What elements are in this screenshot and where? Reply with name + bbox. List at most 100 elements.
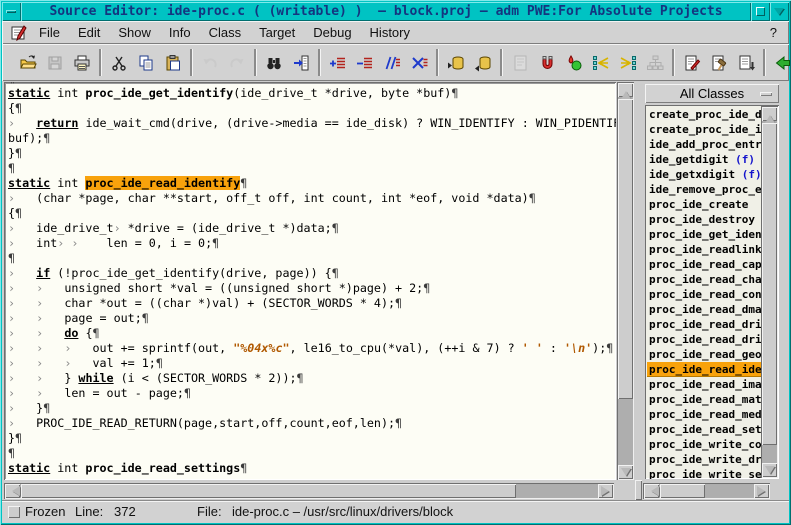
class-list[interactable]: create_proc_ide_dcreate_proc_ide_iide_ad…: [645, 105, 779, 479]
class-list-item[interactable]: proc_ide_readlink: [647, 242, 761, 257]
class-list-item[interactable]: proc_ide_read_set: [647, 422, 761, 437]
uncomment-button[interactable]: [406, 49, 431, 76]
edit-source-button[interactable]: [679, 49, 704, 76]
class-list-item[interactable]: proc_ide_read_cha: [647, 272, 761, 287]
class-list-item[interactable]: proc_ide_read_cap: [647, 257, 761, 272]
callers-button[interactable]: [588, 49, 613, 76]
class-list-item[interactable]: proc_ide_write_se: [647, 467, 761, 479]
menu-class[interactable]: Class: [200, 22, 251, 43]
class-list-item[interactable]: proc_ide_destroy: [647, 212, 761, 227]
class-list-item[interactable]: proc_ide_write_co: [647, 437, 761, 452]
scrollbar-thumb[interactable]: [618, 99, 633, 399]
toolbar-separator: [254, 49, 256, 76]
print-button[interactable]: [69, 49, 94, 76]
frozen-toggle[interactable]: [8, 506, 20, 518]
cut-button[interactable]: [106, 49, 131, 76]
class-list-item[interactable]: proc_ide_read_med: [647, 407, 761, 422]
maximize-button[interactable]: [751, 2, 770, 21]
class-filter-dropdown[interactable]: All Classes: [645, 84, 779, 103]
toolbar-separator: [500, 49, 502, 76]
class-list-rows: create_proc_ide_dcreate_proc_ide_iide_ad…: [647, 107, 761, 479]
back-button[interactable]: [770, 49, 791, 76]
class-list-item[interactable]: proc_ide_create: [647, 197, 761, 212]
magnet-button[interactable]: [534, 49, 559, 76]
comment-button[interactable]: [379, 49, 404, 76]
function-name: proc_ide_read_dri: [649, 333, 761, 346]
callers-icon: [592, 54, 610, 72]
callees-button[interactable]: [615, 49, 640, 76]
scroll-right-button[interactable]: [598, 484, 613, 498]
pane-sash[interactable]: [635, 480, 642, 500]
scroll-down-button[interactable]: [618, 465, 633, 479]
code-line: }¶: [8, 146, 616, 161]
scroll-left-button[interactable]: [644, 484, 659, 498]
class-list-item[interactable]: create_proc_ide_i: [647, 122, 761, 137]
hierarchy-button: [642, 49, 667, 76]
class-list-item[interactable]: create_proc_ide_d: [647, 107, 761, 122]
redo-button: [224, 49, 249, 76]
menu-target[interactable]: Target: [250, 22, 304, 43]
find-button[interactable]: [261, 49, 286, 76]
remove-from-target-button[interactable]: [470, 49, 495, 76]
scroll-right-button[interactable]: [754, 484, 769, 498]
titlebar[interactable]: Source Editor: ide-proc.c ( (writable) )…: [2, 2, 789, 21]
load-doc-button[interactable]: [733, 49, 758, 76]
class-list-horizontal-scrollbar[interactable]: [643, 483, 770, 499]
class-list-item[interactable]: proc_ide_write_dr: [647, 452, 761, 467]
unindent-button[interactable]: [352, 49, 377, 76]
open-file-button[interactable]: [15, 49, 40, 76]
scroll-up-button[interactable]: [762, 107, 777, 121]
class-list-item[interactable]: proc_ide_read_dma: [647, 302, 761, 317]
menu-info[interactable]: Info: [160, 22, 200, 43]
paste-button[interactable]: [160, 49, 185, 76]
class-list-item[interactable]: proc_ide_read_dri: [647, 332, 761, 347]
scroll-down-button[interactable]: [762, 463, 777, 477]
scroll-up-button[interactable]: [618, 83, 633, 97]
class-list-item[interactable]: proc_ide_read_con: [647, 287, 761, 302]
toolbar-separator: [99, 49, 101, 76]
class-list-item[interactable]: ide_getxdigit (f): [647, 167, 761, 182]
menu-debug[interactable]: Debug: [304, 22, 360, 43]
class-list-item[interactable]: ide_add_proc_entr: [647, 137, 761, 152]
open-file-icon: [19, 54, 37, 72]
menu-edit[interactable]: Edit: [69, 22, 109, 43]
toolbar-separator: [190, 49, 192, 76]
uncomment-icon: [410, 54, 428, 72]
code-text: ¶static int proc_ide_get_identify(ide_dr…: [8, 82, 616, 476]
ink-drop-button[interactable]: [561, 49, 586, 76]
goto-line-button[interactable]: [288, 49, 313, 76]
add-to-target-button[interactable]: [443, 49, 468, 76]
class-list-item[interactable]: proc_ide_read_dri: [647, 317, 761, 332]
window-menu-button[interactable]: [2, 2, 21, 21]
code-editor[interactable]: ¶static int proc_ide_get_identify(ide_dr…: [4, 82, 616, 480]
menu-file[interactable]: File: [30, 22, 69, 43]
menu-show[interactable]: Show: [109, 22, 160, 43]
toolbar-separator: [436, 49, 438, 76]
editor-vertical-scrollbar[interactable]: [617, 82, 634, 480]
class-list-item[interactable]: proc_ide_read_geo: [647, 347, 761, 362]
function-name: create_proc_ide_i: [649, 123, 761, 136]
class-list-item[interactable]: proc_ide_get_iden: [647, 227, 761, 242]
scrollbar-thumb[interactable]: [21, 484, 516, 498]
code-line: › › › out += sprintf(out, "%04x%c", le16…: [8, 341, 616, 356]
build-button[interactable]: [706, 49, 731, 76]
editor-horizontal-scrollbar[interactable]: [4, 483, 614, 499]
scroll-left-button[interactable]: [5, 484, 20, 498]
indent-button[interactable]: [325, 49, 350, 76]
help-menu[interactable]: ?: [770, 25, 789, 40]
class-list-item-selected[interactable]: proc_ide_read_ide: [647, 362, 761, 377]
scrollbar-thumb[interactable]: [762, 123, 777, 445]
class-list-item[interactable]: ide_getdigit (f): [647, 152, 761, 167]
class-list-item[interactable]: ide_remove_proc_e: [647, 182, 761, 197]
toolbar-separator: [763, 49, 765, 76]
menu-history[interactable]: History: [361, 22, 419, 43]
class-list-vertical-scrollbar[interactable]: [761, 106, 778, 478]
function-name: ide_getxdigit: [649, 168, 735, 181]
class-list-item[interactable]: proc_ide_read_mat: [647, 392, 761, 407]
code-line: › › len = out - page;¶: [8, 386, 616, 401]
class-list-item[interactable]: proc_ide_read_ima: [647, 377, 761, 392]
scrollbar-thumb[interactable]: [660, 484, 705, 498]
shade-button[interactable]: [770, 2, 789, 21]
function-name: proc_ide_create: [649, 198, 748, 211]
copy-button[interactable]: [133, 49, 158, 76]
